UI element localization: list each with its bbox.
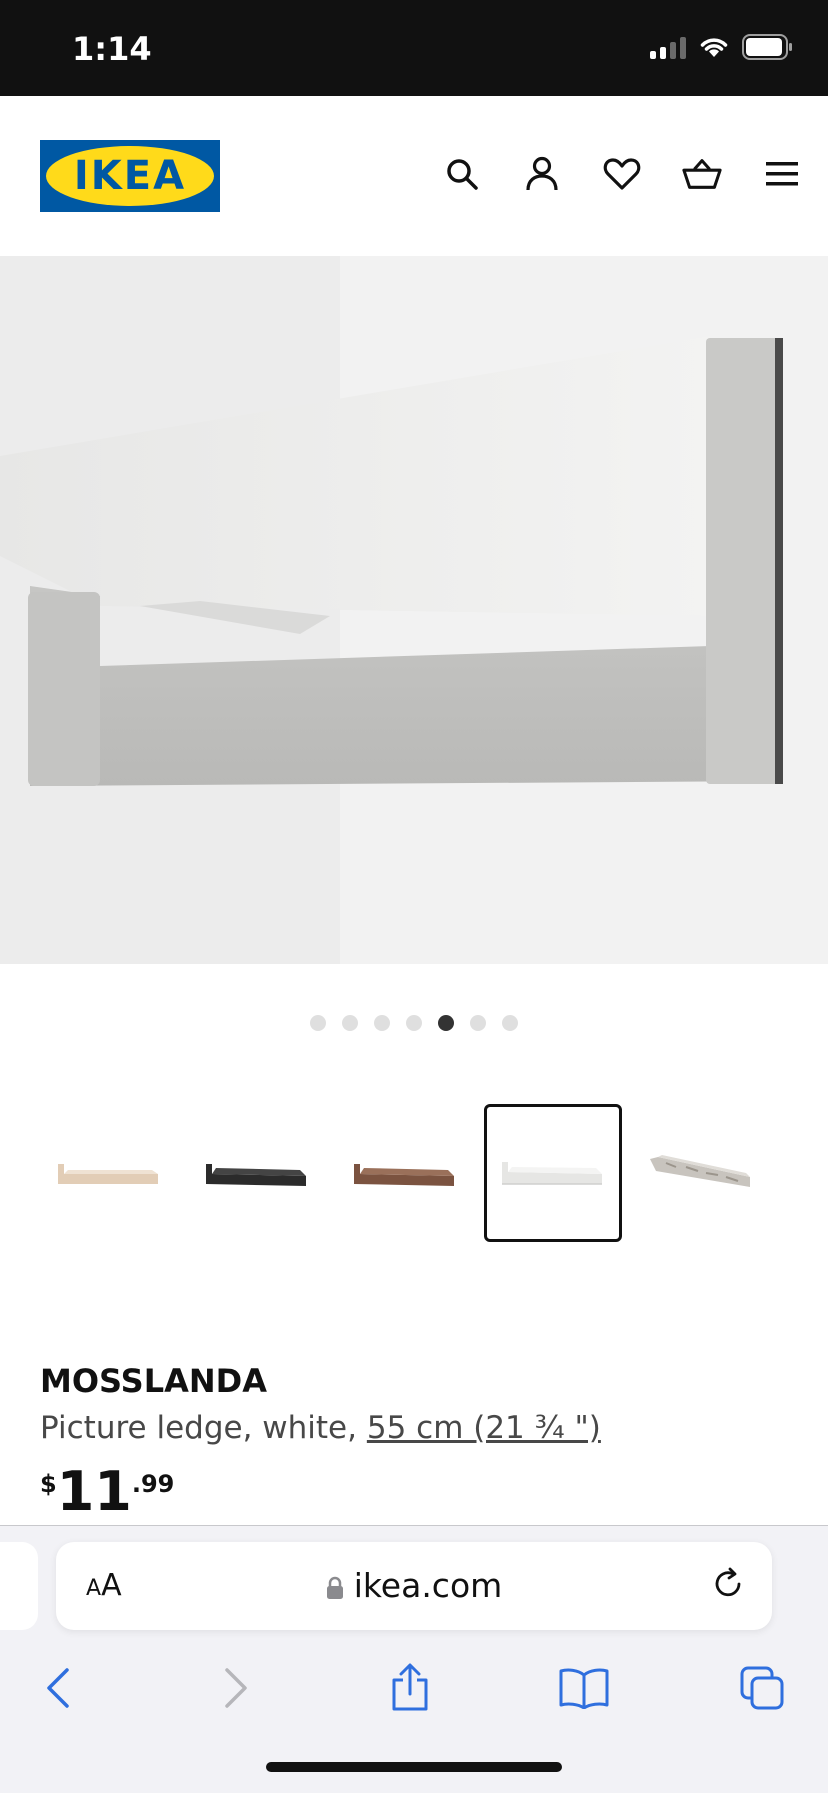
- variant-thumbnail-white-patterned[interactable]: [632, 1104, 770, 1242]
- product-description: Picture ledge, white, 55 cm (21 ¾ "): [40, 1410, 601, 1446]
- carousel-dot[interactable]: [502, 1015, 518, 1031]
- home-indicator: [266, 1762, 562, 1772]
- heart-icon[interactable]: [602, 154, 642, 194]
- ikea-logo[interactable]: IKEA: [40, 140, 220, 212]
- status-bar: 1:14: [0, 0, 828, 96]
- bookmarks-icon[interactable]: [554, 1658, 614, 1718]
- variant-thumbnail-white-stained-oak[interactable]: [40, 1104, 178, 1242]
- carousel-dot[interactable]: [310, 1015, 326, 1031]
- search-icon[interactable]: [442, 154, 482, 194]
- product-size-link[interactable]: 55 cm (21 ¾ "): [367, 1410, 601, 1446]
- picture-ledge-illustration: [0, 256, 828, 964]
- previous-tab-preview[interactable]: [0, 1542, 38, 1630]
- address-bar[interactable]: AA ikea.com: [56, 1542, 772, 1630]
- logo-text: IKEA: [73, 153, 187, 199]
- lock-icon: [326, 1576, 343, 1599]
- battery-icon: [742, 34, 792, 60]
- product-name: MOSSLANDA: [40, 1362, 267, 1400]
- site-header: IKEA: [0, 96, 828, 256]
- basket-icon[interactable]: [682, 154, 722, 194]
- carousel-dot-active[interactable]: [438, 1015, 454, 1031]
- product-price: $ 11 .99: [40, 1462, 174, 1522]
- product-description-text: Picture ledge, white,: [40, 1410, 357, 1446]
- reload-icon[interactable]: [710, 1566, 746, 1607]
- carousel-dots: [0, 1015, 828, 1031]
- tabs-icon[interactable]: [732, 1658, 792, 1718]
- variant-thumbnail-white[interactable]: [484, 1104, 622, 1242]
- url-text: ikea.com: [353, 1566, 503, 1605]
- url-display[interactable]: ikea.com: [56, 1566, 772, 1605]
- forward-icon[interactable]: [206, 1658, 266, 1718]
- menu-icon[interactable]: [762, 154, 802, 194]
- carousel-dot[interactable]: [342, 1015, 358, 1031]
- status-time: 1:14: [72, 30, 152, 68]
- browser-toolbar: [0, 1658, 828, 1738]
- wifi-icon: [700, 38, 728, 57]
- status-icons: [650, 34, 794, 60]
- account-icon[interactable]: [522, 154, 562, 194]
- carousel-dot[interactable]: [374, 1015, 390, 1031]
- variant-thumbnails: [40, 1104, 770, 1242]
- share-icon[interactable]: [380, 1658, 440, 1718]
- browser-bottom-bar: AA ikea.com: [0, 1525, 828, 1793]
- variant-thumbnail-black[interactable]: [188, 1104, 326, 1242]
- cellular-signal-icon: [650, 35, 686, 59]
- logo-oval: IKEA: [46, 146, 214, 206]
- back-icon[interactable]: [28, 1658, 88, 1718]
- variant-thumbnail-brown[interactable]: [336, 1104, 474, 1242]
- header-icons: [442, 154, 802, 194]
- price-decimal: .99: [131, 1470, 175, 1498]
- carousel-dot[interactable]: [406, 1015, 422, 1031]
- price-currency: $: [40, 1470, 57, 1498]
- carousel-dot[interactable]: [470, 1015, 486, 1031]
- product-main-image[interactable]: [0, 256, 828, 964]
- price-integer: 11: [56, 1460, 132, 1523]
